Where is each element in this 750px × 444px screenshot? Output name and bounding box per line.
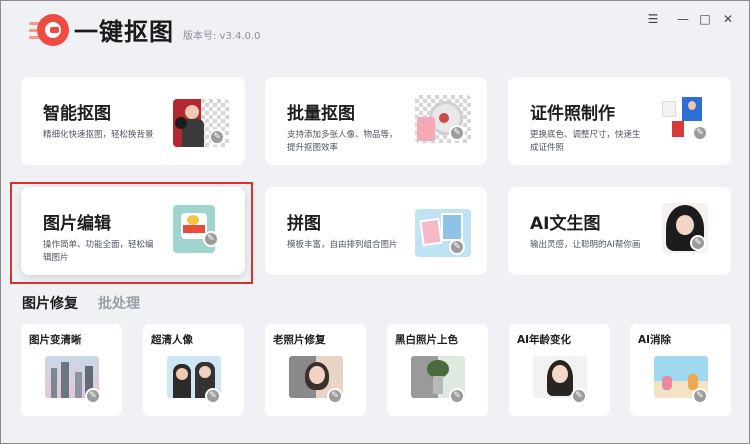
card-desc: 模板丰富，自由排列组合图片: [287, 240, 398, 250]
tool-colorize[interactable]: 黑白照片上色 ✎: [387, 324, 488, 416]
edit-badge-icon: ✎: [209, 129, 225, 145]
card-desc: 精细化快速抠图，轻松换背景: [43, 130, 154, 140]
card-batch-cutout[interactable]: 批量抠图 支持添加多张人像、物品等，提升抠图效率 ✎: [265, 77, 487, 165]
card-desc: 输出灵感，让聪明的AI帮你画: [530, 240, 641, 250]
card-id-photo[interactable]: 证件照制作 更换底色、调整尺寸，快速生成证件照 ✎: [508, 77, 731, 165]
selection-highlight: [10, 182, 253, 284]
card-smart-cutout[interactable]: 智能抠图 精细化快速抠图，轻松换背景 ✎: [21, 77, 245, 165]
edit-badge-icon: ✎: [449, 125, 465, 141]
app-title: 一键抠图: [74, 18, 174, 46]
edit-badge-icon: ✎: [692, 125, 708, 141]
app-logo-icon: [29, 14, 69, 48]
tool-title: AI消除: [638, 334, 672, 346]
tool-hd-portrait[interactable]: 超清人像 ✎: [143, 324, 244, 416]
edit-badge-icon: ✎: [327, 388, 343, 404]
card-desc: 更换底色、调整尺寸，快速生成证件照: [530, 130, 641, 153]
tool-title: 超清人像: [151, 334, 193, 346]
card-desc: 支持添加多张人像、物品等，提升抠图效率: [287, 130, 398, 153]
card-title: AI文生图: [530, 214, 601, 234]
card-ai-text-to-image[interactable]: AI文生图 输出灵感，让聪明的AI帮你画 ✎: [508, 187, 731, 275]
menu-icon[interactable]: ☰: [645, 11, 661, 27]
tool-title: 图片变清晰: [29, 334, 82, 346]
close-icon[interactable]: ✕: [720, 11, 736, 27]
tool-title: 老照片修复: [273, 334, 326, 346]
edit-badge-icon: ✎: [690, 235, 706, 251]
tool-enhance[interactable]: 图片变清晰 ✎: [21, 324, 122, 416]
tool-ai-age-change[interactable]: AI年龄变化 ✎: [509, 324, 610, 416]
tool-title: AI年龄变化: [517, 334, 572, 346]
edit-badge-icon: ✎: [571, 388, 587, 404]
tool-ai-erase[interactable]: AI消除 ✎: [630, 324, 731, 416]
card-title: 证件照制作: [530, 104, 615, 124]
tab-image-repair[interactable]: 图片修复: [22, 293, 78, 313]
title-bar: 一键抠图 版本号: v3.4.0.0 ☰ — □ ✕: [1, 1, 749, 61]
version-label: 版本号: v3.4.0.0: [183, 31, 261, 42]
edit-badge-icon: ✎: [692, 388, 708, 404]
edit-badge-icon: ✎: [85, 388, 101, 404]
tab-batch-processing[interactable]: 批处理: [98, 293, 140, 313]
app-window: 一键抠图 版本号: v3.4.0.0 ☰ — □ ✕ 智能抠图 精细化快速抠图，…: [0, 0, 750, 444]
edit-badge-icon: ✎: [449, 239, 465, 255]
minimize-icon[interactable]: —: [675, 11, 691, 27]
edit-badge-icon: ✎: [449, 388, 465, 404]
card-title: 批量抠图: [287, 104, 355, 124]
tool-title: 黑白照片上色: [395, 334, 458, 346]
maximize-icon[interactable]: □: [697, 11, 713, 27]
tool-old-photo-repair[interactable]: 老照片修复 ✎: [265, 324, 366, 416]
card-title: 智能抠图: [43, 104, 111, 124]
card-title: 拼图: [287, 214, 321, 234]
card-collage[interactable]: 拼图 模板丰富，自由排列组合图片 ✎: [265, 187, 487, 275]
edit-badge-icon: ✎: [205, 388, 221, 404]
